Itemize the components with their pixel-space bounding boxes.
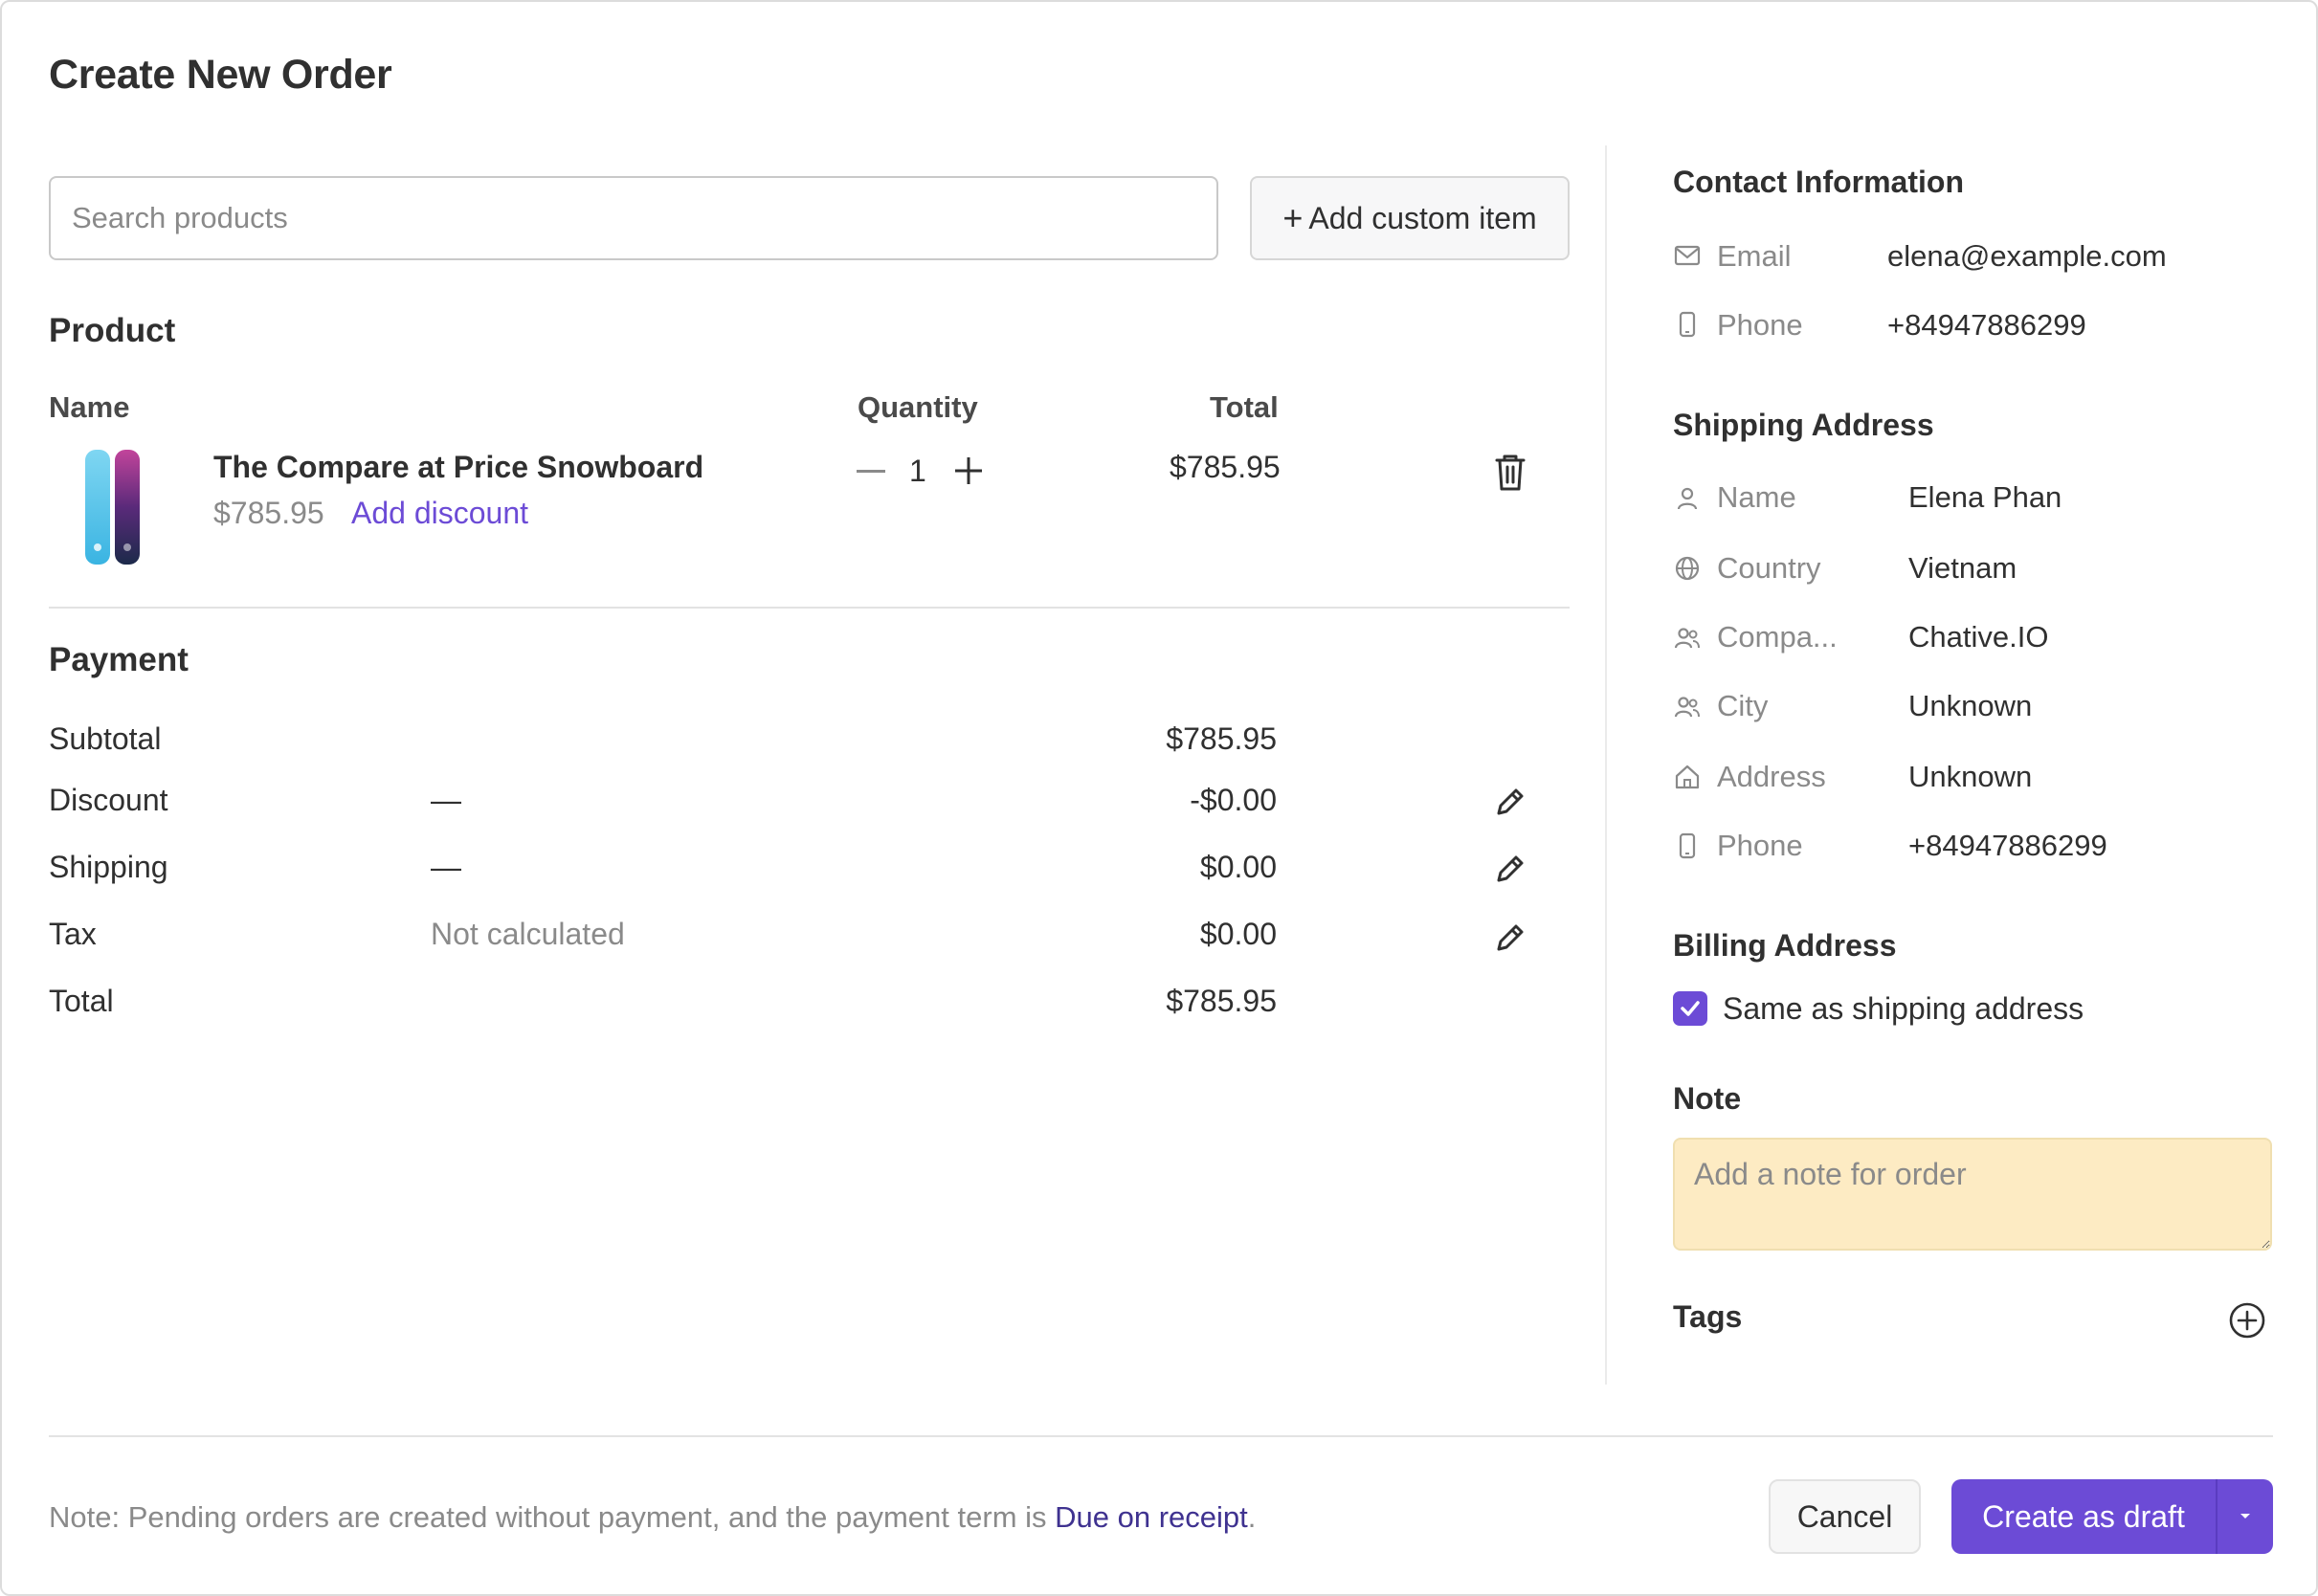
- plus-icon: +: [1282, 198, 1304, 237]
- phone-icon: [1679, 311, 1696, 338]
- tax-value: $0.00: [1199, 917, 1277, 951]
- edit-shipping-pencil-icon[interactable]: [1493, 852, 1527, 886]
- add-discount-link[interactable]: Add discount: [351, 496, 528, 531]
- contact-information-title: Contact Information: [1673, 165, 1964, 199]
- shipping-address-value: Unknown: [1908, 760, 2033, 793]
- shipping-country-label: Country: [1717, 551, 1821, 585]
- column-header-name: Name: [49, 390, 130, 424]
- shipping-phone-label: Phone: [1717, 829, 1803, 862]
- shipping-city-label: City: [1717, 689, 1769, 722]
- split-button-separator: [2216, 1479, 2218, 1554]
- check-icon: [1681, 1001, 1700, 1016]
- shipping-company-label: Compa...: [1717, 620, 1838, 654]
- plus-icon: [955, 457, 982, 484]
- people-icon: [1674, 628, 1700, 649]
- create-options-dropdown-button[interactable]: [2218, 1479, 2273, 1554]
- shipping-value: $0.00: [1199, 850, 1277, 884]
- mail-icon: [1674, 245, 1701, 266]
- chevron-down-icon: [2240, 1514, 2250, 1518]
- footer-note: Note: Pending orders are created without…: [49, 1500, 1256, 1535]
- home-icon: [1675, 765, 1700, 789]
- footer-note-suffix: .: [1247, 1500, 1257, 1534]
- shipping-name-label: Name: [1717, 480, 1796, 514]
- contact-phone-label: Phone: [1717, 308, 1803, 342]
- shipping-address-title: Shipping Address: [1673, 408, 1934, 442]
- order-note-textarea[interactable]: [1673, 1138, 2272, 1251]
- total-label: Total: [49, 984, 114, 1018]
- same-as-shipping-label[interactable]: Same as shipping address: [1723, 991, 2084, 1027]
- quantity-value: 1: [909, 454, 926, 488]
- product-name: The Compare at Price Snowboard: [213, 450, 704, 484]
- subtotal-value: $785.95: [1166, 721, 1277, 756]
- people-icon: [1674, 697, 1700, 718]
- minus-icon: [857, 470, 885, 473]
- contact-phone-value: +84947886299: [1887, 308, 2086, 342]
- subtotal-label: Subtotal: [49, 721, 162, 756]
- shipping-address-label: Address: [1717, 760, 1826, 793]
- quantity-increase-button[interactable]: [949, 452, 988, 490]
- shipping-phone-value: +84947886299: [1908, 829, 2107, 862]
- note-title: Note: [1673, 1081, 1742, 1116]
- tax-detail: Not calculated: [431, 917, 625, 951]
- same-as-shipping-checkbox[interactable]: [1673, 991, 1707, 1026]
- shipping-company-value: Chative.IO: [1908, 620, 2049, 654]
- search-products-input[interactable]: [49, 176, 1218, 260]
- due-on-receipt-link[interactable]: Due on receipt: [1055, 1500, 1248, 1534]
- billing-address-title: Billing Address: [1673, 928, 1897, 963]
- shipping-country-value: Vietnam: [1908, 551, 2017, 585]
- footer-divider: [49, 1435, 2273, 1437]
- cancel-button[interactable]: Cancel: [1769, 1479, 1921, 1554]
- quantity-decrease-button[interactable]: [854, 457, 888, 486]
- section-divider: [49, 607, 1570, 609]
- contact-email-value: elena@example.com: [1887, 239, 2167, 273]
- tax-label: Tax: [49, 917, 97, 951]
- add-tag-plus-circle-icon[interactable]: [2228, 1301, 2266, 1340]
- shipping-city-value: Unknown: [1908, 689, 2033, 722]
- shipping-label: Shipping: [49, 850, 168, 884]
- payment-section-title: Payment: [49, 641, 189, 678]
- column-header-quantity: Quantity: [858, 390, 978, 424]
- product-unit-price: $785.95: [213, 496, 324, 530]
- create-as-draft-button[interactable]: Create as draft: [1951, 1479, 2216, 1554]
- edit-discount-pencil-icon[interactable]: [1493, 785, 1527, 819]
- tags-title: Tags: [1673, 1299, 1743, 1334]
- shipping-name-value: Elena Phan: [1908, 480, 2062, 514]
- discount-label: Discount: [49, 783, 168, 817]
- shipping-detail: —: [431, 850, 461, 884]
- add-custom-item-button[interactable]: + Add custom item: [1250, 176, 1570, 260]
- phone-icon: [1679, 832, 1696, 859]
- footer-note-text: Note: Pending orders are created without…: [49, 1500, 1056, 1534]
- line-total: $785.95: [1170, 450, 1281, 484]
- discount-detail: —: [431, 783, 461, 817]
- dialog-title: Create New Order: [49, 52, 392, 98]
- discount-value: -$0.00: [1190, 783, 1277, 817]
- globe-icon: [1675, 556, 1700, 581]
- column-header-total: Total: [1210, 390, 1279, 424]
- person-icon: [1677, 487, 1698, 510]
- total-value: $785.95: [1166, 984, 1277, 1018]
- add-custom-item-label: Add custom item: [1308, 200, 1537, 235]
- trash-icon[interactable]: [1491, 452, 1529, 494]
- column-divider: [1605, 145, 1607, 1385]
- edit-tax-pencil-icon[interactable]: [1493, 920, 1527, 955]
- snowboard-thumbnail: [85, 450, 140, 565]
- contact-email-label: Email: [1717, 239, 1792, 273]
- create-order-dialog: Create New Order + Add custom item Produ…: [0, 0, 2318, 1596]
- product-section-title: Product: [49, 312, 176, 349]
